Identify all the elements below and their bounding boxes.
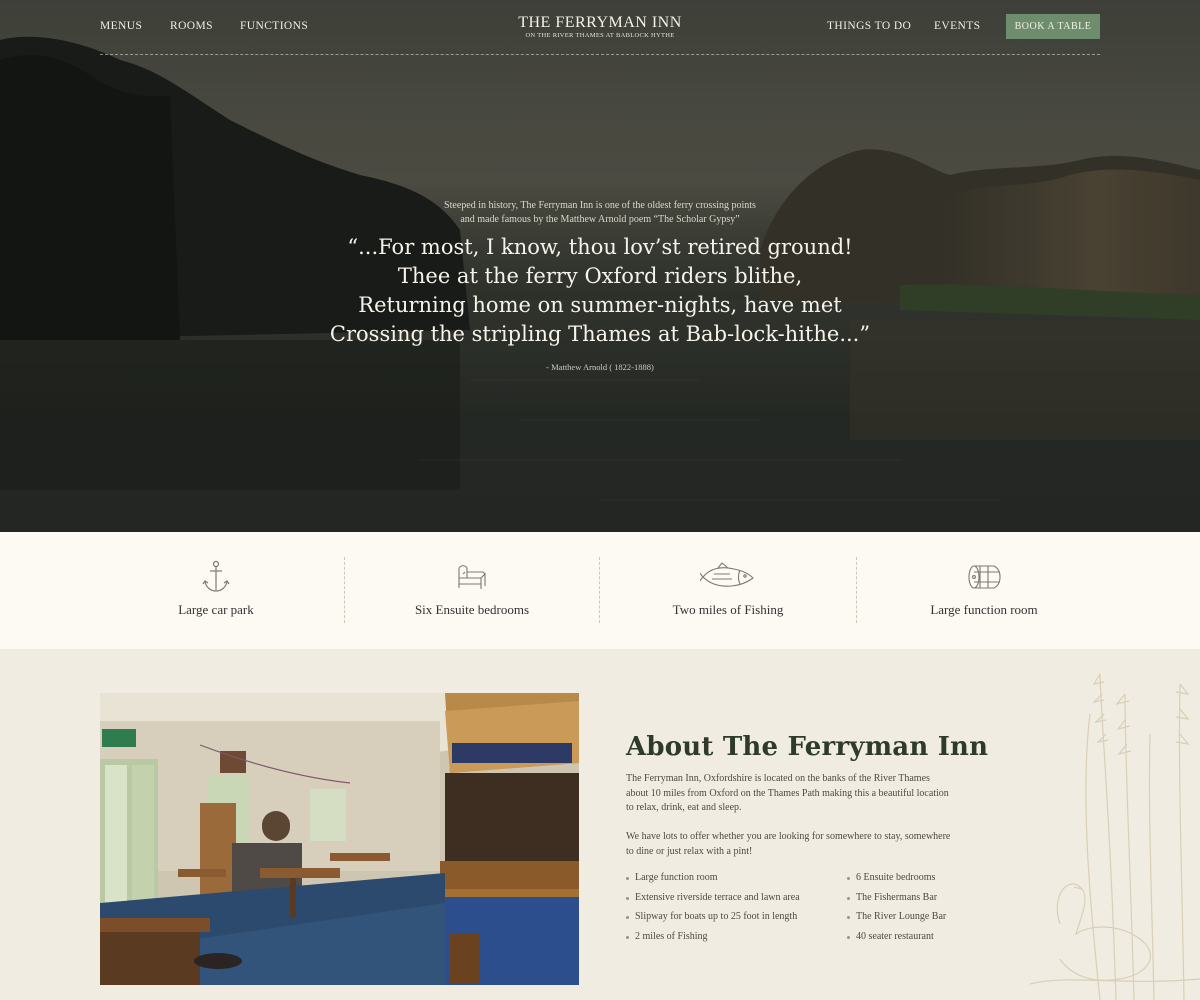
about-line: to relax, drink, eat and sleep. — [626, 802, 742, 813]
hero-intro-line: Steeped in history, The Ferryman Inn is … — [444, 200, 756, 211]
about-line: We have lots to offer whether you are lo… — [626, 831, 951, 842]
list-item: Extensive riverside terrace and lawn are… — [626, 892, 800, 912]
brand-logo[interactable]: THE FERRYMAN INN ON THE RIVER THAMES AT … — [480, 14, 720, 40]
nav-functions-link[interactable]: FUNCTIONS — [240, 20, 308, 32]
nav-events-link[interactable]: EVENTS — [934, 20, 980, 32]
about-line: to dine or just relax with a pint! — [626, 845, 753, 857]
nav-things-to-do-link[interactable]: THINGS TO DO — [827, 20, 911, 32]
top-navigation: MENUS ROOMS FUNCTIONS THE FERRYMAN INN O… — [100, 0, 1100, 56]
about-section: About The Ferryman Inn The Ferryman Inn,… — [0, 649, 1200, 1000]
quote-line: Returning home on summer-nights, have me… — [358, 293, 842, 317]
barrel-icon — [968, 565, 1001, 589]
hero-section: MENUS ROOMS FUNCTIONS THE FERRYMAN INN O… — [0, 0, 1200, 532]
quote-attribution: - Matthew Arnold ( 1822-1888) — [546, 362, 654, 372]
feature-label: Large function room — [930, 602, 1038, 617]
quote-line: Crossing the stripling Thames at Bab-loc… — [329, 322, 871, 346]
reeds-swan-illustration — [1030, 674, 1200, 1000]
quote-line: Thee at the ferry Oxford riders blithe, — [397, 264, 803, 288]
feature-label: Two miles of Fishing — [672, 602, 784, 617]
bed-icon — [458, 565, 486, 589]
nav-rooms-link[interactable]: ROOMS — [170, 20, 213, 32]
brand-subtitle: ON THE RIVER THAMES AT BABLOCK HYTHE — [525, 32, 675, 39]
feature-bedrooms: Six Ensuite bedrooms — [344, 557, 600, 629]
list-item: 2 miles of Fishing — [626, 931, 800, 951]
about-title: About The Ferryman Inn — [626, 732, 989, 762]
list-item: Large function room — [626, 872, 800, 892]
quote-line: “...For most, I know, thou lov’st retire… — [347, 235, 853, 259]
list-item: The Fishermans Bar — [847, 892, 946, 912]
amenities-list-left: Large function room Extensive riverside … — [626, 872, 800, 950]
brand-title: THE FERRYMAN INN — [518, 14, 682, 31]
list-item: 6 Ensuite bedrooms — [847, 872, 946, 892]
poem-quote: “...For most, I know, thou lov’st retire… — [0, 233, 1200, 349]
features-strip: Large car park Six Ensuite bedrooms Two … — [0, 532, 1200, 649]
feature-function-room: Large function room — [856, 557, 1112, 629]
nav-menus-link[interactable]: MENUS — [100, 20, 142, 32]
feature-car-park: Large car park — [88, 557, 344, 629]
feature-label: Large car park — [178, 602, 254, 617]
about-paragraph: The Ferryman Inn, Oxfordshire is located… — [626, 772, 991, 816]
pub-interior-photo — [100, 693, 579, 985]
anchor-icon — [202, 560, 230, 592]
about-paragraph: We have lots to offer whether you are lo… — [626, 830, 991, 859]
fish-icon — [700, 562, 754, 587]
amenities-list-right: 6 Ensuite bedrooms The Fishermans Bar Th… — [847, 872, 946, 950]
list-item: 40 seater restaurant — [847, 931, 946, 951]
hero-intro-line: and made famous by the Matthew Arnold po… — [460, 214, 740, 225]
nav-divider — [100, 54, 1100, 55]
feature-label: Six Ensuite bedrooms — [414, 602, 530, 617]
about-line: The Ferryman Inn, Oxfordshire is located… — [626, 773, 930, 784]
hero-intro: Steeped in history, The Ferryman Inn is … — [0, 199, 1200, 227]
feature-fishing: Two miles of Fishing — [600, 557, 856, 629]
about-line: about 10 miles from Oxford on the Thames… — [626, 787, 949, 799]
book-a-table-button[interactable]: BOOK A TABLE — [1006, 14, 1100, 39]
list-item: The River Lounge Bar — [847, 911, 946, 931]
list-item: Slipway for boats up to 25 foot in lengt… — [626, 911, 800, 931]
